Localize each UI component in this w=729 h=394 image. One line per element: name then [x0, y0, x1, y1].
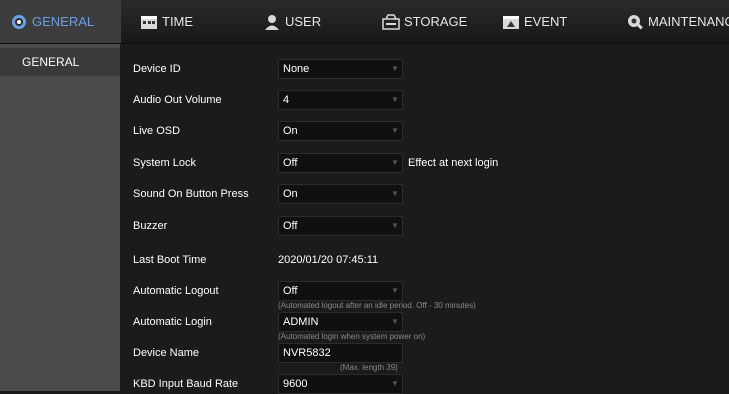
automatic-logout-label: Automatic Logout [133, 285, 219, 297]
device-name-input[interactable]: NVR5832 [278, 343, 403, 363]
device-id-row: Device ID None ▼ [120, 59, 729, 79]
sidebar-item-label: GENERAL [22, 55, 80, 69]
chevron-down-icon: ▼ [391, 126, 399, 135]
live-osd-select[interactable]: On ▼ [278, 121, 403, 141]
live-osd-label: Live OSD [133, 125, 181, 137]
automatic-logout-value: Off [283, 285, 298, 297]
buzzer-select[interactable]: Off ▼ [278, 216, 403, 236]
chevron-down-icon: ▼ [391, 286, 399, 295]
automatic-logout-row: Automatic Logout Off ▼ (Automated logout… [120, 281, 729, 310]
settings-panel: Device ID None ▼ Audio Out Volume 4 ▼ Li… [120, 44, 729, 394]
tab-time-label: TIME [162, 14, 194, 29]
audio-out-volume-label: Audio Out Volume [133, 94, 222, 106]
device-id-select[interactable]: None ▼ [278, 59, 403, 79]
kbd-input-baud-rate-value: 9600 [283, 378, 308, 390]
chevron-down-icon: ▼ [391, 95, 399, 104]
tab-maintenance[interactable]: MAINTENANCE [626, 0, 729, 43]
tab-event[interactable]: EVENT [502, 0, 567, 43]
tab-general-label: GENERAL [32, 14, 95, 29]
storage-icon [382, 13, 400, 30]
system-lock-value: Off [283, 157, 298, 169]
last-boot-time-label: Last Boot Time [133, 254, 207, 266]
chevron-down-icon: ▼ [391, 317, 399, 326]
calendar-icon [141, 15, 157, 29]
tab-storage[interactable]: STORAGE [382, 0, 467, 43]
audio-out-volume-select[interactable]: 4 ▼ [278, 90, 403, 110]
live-osd-row: Live OSD On ▼ [120, 121, 729, 141]
kbd-input-baud-rate-label: KBD Input Baud Rate [133, 378, 239, 390]
sound-on-button-press-select[interactable]: On ▼ [278, 184, 403, 204]
automatic-logout-select[interactable]: Off ▼ [278, 281, 403, 301]
audio-out-volume-value: 4 [283, 94, 290, 106]
automatic-login-hint: (Automated login when system power on) [278, 332, 426, 341]
device-name-label: Device Name [133, 347, 200, 359]
buzzer-value: Off [283, 220, 298, 232]
chevron-down-icon: ▼ [391, 64, 399, 73]
automatic-logout-hint: (Automated logout after an idle period. … [278, 301, 476, 310]
device-name-value: NVR5832 [283, 347, 331, 359]
top-navigation-bar: GENERAL TIME USER STORAGE EVENT MAINTENA… [0, 0, 729, 44]
chevron-down-icon: ▼ [391, 379, 399, 388]
kbd-input-baud-rate-select[interactable]: 9600 ▼ [278, 374, 403, 394]
automatic-login-row: Automatic Login ADMIN ▼ (Automated login… [120, 312, 729, 341]
sidebar: GENERAL [0, 44, 120, 391]
tab-maintenance-label: MAINTENANCE [648, 14, 729, 29]
sound-on-button-press-value: On [283, 188, 298, 200]
tab-time[interactable]: TIME [140, 0, 193, 43]
maintenance-icon [628, 14, 643, 30]
buzzer-label: Buzzer [133, 220, 168, 232]
chevron-down-icon: ▼ [391, 158, 399, 167]
automatic-login-label: Automatic Login [133, 316, 212, 328]
event-icon [503, 15, 519, 29]
buzzer-row: Buzzer Off ▼ [120, 216, 729, 236]
sound-on-button-press-label: Sound On Button Press [133, 188, 249, 200]
tab-event-label: EVENT [524, 14, 568, 29]
sound-on-button-press-row: Sound On Button Press On ▼ [120, 184, 729, 204]
tab-user[interactable]: USER [263, 0, 321, 43]
automatic-login-select[interactable]: ADMIN ▼ [278, 312, 403, 332]
sidebar-item-general[interactable]: GENERAL [0, 48, 120, 76]
tab-storage-label: STORAGE [404, 14, 468, 29]
user-icon [265, 14, 279, 30]
gear-icon [12, 14, 26, 29]
device-name-hint: (Max. length 39) [340, 363, 398, 372]
automatic-login-value: ADMIN [283, 316, 319, 328]
kbd-input-baud-rate-row: KBD Input Baud Rate 9600 ▼ [120, 374, 729, 394]
audio-out-volume-row: Audio Out Volume 4 ▼ [120, 90, 729, 110]
chevron-down-icon: ▼ [391, 189, 399, 198]
device-id-value: None [283, 63, 310, 75]
tab-user-label: USER [285, 14, 322, 29]
last-boot-time-value: 2020/01/20 07:45:11 [278, 254, 379, 266]
chevron-down-icon: ▼ [391, 221, 399, 230]
device-id-label: Device ID [133, 63, 181, 75]
system-lock-row: System Lock Off ▼ Effect at next login [120, 153, 729, 173]
system-lock-note: Effect at next login [408, 157, 499, 169]
tab-general[interactable]: GENERAL [0, 0, 121, 43]
device-name-row: Device Name NVR5832 (Max. length 39) [120, 343, 729, 372]
system-lock-label: System Lock [133, 157, 196, 169]
last-boot-time-row: Last Boot Time 2020/01/20 07:45:11 [120, 250, 729, 270]
live-osd-value: On [283, 125, 298, 137]
system-lock-select[interactable]: Off ▼ [278, 153, 403, 173]
